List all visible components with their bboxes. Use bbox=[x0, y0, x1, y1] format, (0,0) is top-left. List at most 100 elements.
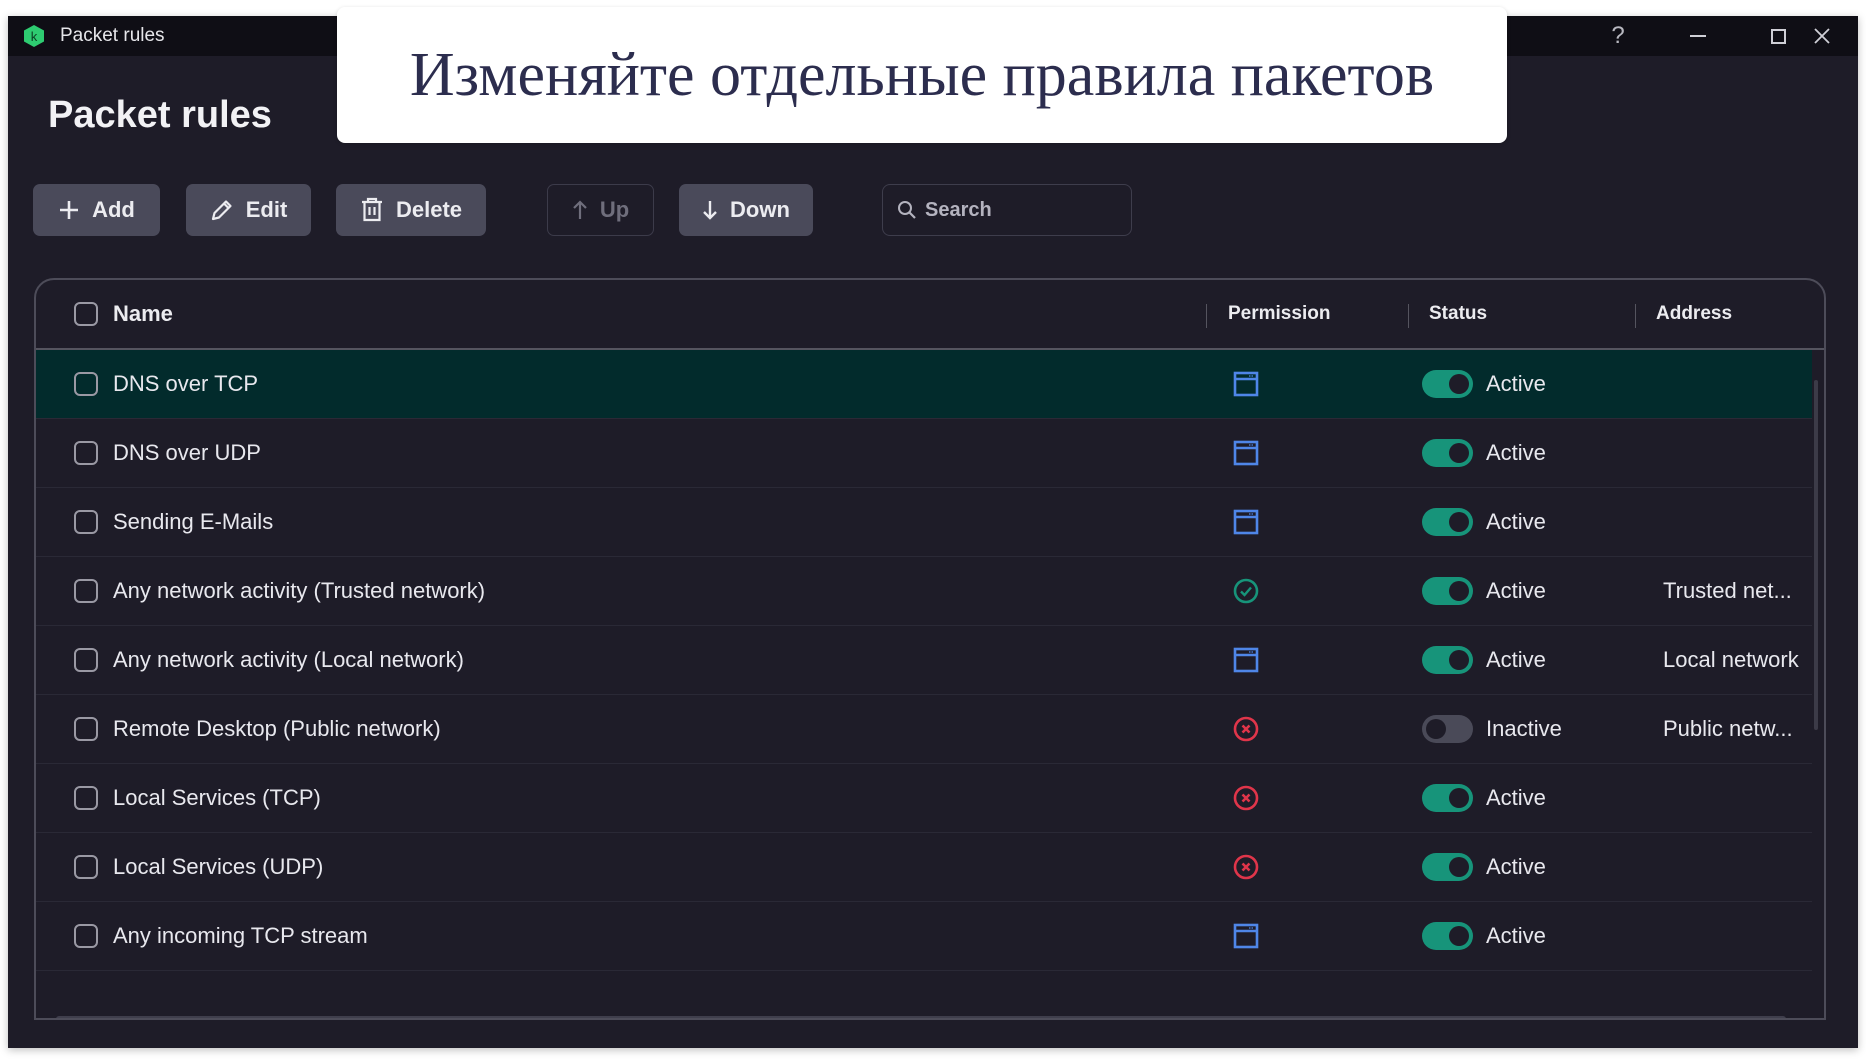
row-checkbox[interactable] bbox=[74, 510, 98, 534]
checkbox[interactable] bbox=[74, 302, 98, 326]
help-button[interactable]: ? bbox=[1578, 16, 1658, 56]
add-button[interactable]: Add bbox=[33, 184, 160, 236]
row-checkbox[interactable] bbox=[74, 441, 98, 465]
status-toggle[interactable] bbox=[1422, 715, 1473, 743]
status-toggle-cell[interactable] bbox=[1422, 833, 1473, 901]
row-checkbox[interactable] bbox=[74, 786, 98, 810]
arrow-up-icon bbox=[573, 200, 587, 219]
table-row[interactable]: DNS over TCP Active bbox=[36, 350, 1812, 419]
table-row[interactable]: DNS over UDP Active bbox=[36, 419, 1812, 488]
status-toggle-cell[interactable] bbox=[1422, 695, 1473, 763]
row-checkbox[interactable] bbox=[74, 855, 98, 879]
status-toggle-cell[interactable] bbox=[1422, 419, 1473, 487]
status-toggle[interactable] bbox=[1422, 784, 1473, 812]
status-text: Active bbox=[1486, 647, 1546, 672]
row-checkbox-cell[interactable] bbox=[74, 764, 98, 832]
table-header: Name Permission Status Address bbox=[36, 280, 1824, 350]
row-checkbox[interactable] bbox=[74, 579, 98, 603]
status-toggle[interactable] bbox=[1422, 577, 1473, 605]
table-row[interactable]: Sending E-Mails Active bbox=[36, 488, 1812, 557]
minimize-button[interactable] bbox=[1658, 16, 1738, 56]
row-checkbox-cell[interactable] bbox=[74, 626, 98, 694]
address-text: Local network bbox=[1663, 647, 1799, 672]
row-checkbox-cell[interactable] bbox=[74, 833, 98, 901]
status-toggle[interactable] bbox=[1422, 370, 1473, 398]
trash-icon bbox=[361, 197, 382, 222]
status-toggle[interactable] bbox=[1422, 646, 1473, 674]
block-icon bbox=[1232, 695, 1260, 763]
select-all-checkbox[interactable] bbox=[74, 280, 98, 348]
rule-name: Local Services (UDP) bbox=[113, 854, 324, 879]
edit-button[interactable]: Edit bbox=[186, 184, 311, 236]
page-title: Packet rules bbox=[48, 94, 272, 136]
search-input[interactable] bbox=[925, 198, 1115, 222]
row-checkbox[interactable] bbox=[74, 924, 98, 948]
row-checkbox-cell[interactable] bbox=[74, 902, 98, 970]
row-checkbox[interactable] bbox=[74, 717, 98, 741]
block-icon bbox=[1232, 833, 1260, 901]
toggle-knob bbox=[1449, 374, 1469, 394]
column-header-name[interactable]: Name bbox=[113, 280, 173, 348]
table-row[interactable]: Local Services (UDP) Active bbox=[36, 833, 1812, 902]
row-checkbox[interactable] bbox=[74, 372, 98, 396]
column-divider[interactable] bbox=[1635, 304, 1636, 328]
close-icon bbox=[1814, 28, 1830, 44]
column-divider[interactable] bbox=[1408, 304, 1409, 328]
search-icon bbox=[898, 201, 916, 219]
column-header-status[interactable]: Status bbox=[1429, 280, 1487, 348]
rule-name: Any network activity (Local network) bbox=[113, 647, 464, 672]
table-row[interactable]: Remote Desktop (Public network) Inactive P… bbox=[36, 695, 1812, 764]
packet-rules-window: k Packet rules ? Packet rules Add Edit D… bbox=[8, 16, 1858, 1048]
column-header-permission[interactable]: Permission bbox=[1228, 280, 1330, 348]
status-text: Active bbox=[1486, 371, 1546, 396]
caption-banner: Изменяйте отдельные правила пакетов bbox=[337, 7, 1507, 143]
window-title: Packet rules bbox=[60, 25, 165, 46]
status-toggle[interactable] bbox=[1422, 853, 1473, 881]
status-text: Active bbox=[1486, 854, 1546, 879]
move-down-button[interactable]: Down bbox=[679, 184, 813, 236]
status-toggle-cell[interactable] bbox=[1422, 902, 1473, 970]
row-checkbox-cell[interactable] bbox=[74, 695, 98, 763]
table-body: DNS over TCP Active DNS over UDP Active Send… bbox=[36, 350, 1812, 971]
allow-icon bbox=[1232, 557, 1260, 625]
table-row[interactable]: Any network activity (Trusted network) Ac… bbox=[36, 557, 1812, 626]
application-icon bbox=[1232, 902, 1260, 970]
status-text: Active bbox=[1486, 509, 1546, 534]
up-label: Up bbox=[599, 197, 630, 222]
status-toggle[interactable] bbox=[1422, 439, 1473, 467]
horizontal-scrollbar[interactable] bbox=[56, 1016, 1786, 1018]
status-toggle-cell[interactable] bbox=[1422, 764, 1473, 832]
minimize-icon bbox=[1690, 35, 1706, 37]
status-toggle[interactable] bbox=[1422, 508, 1473, 536]
status-text: Active bbox=[1486, 578, 1546, 603]
status-text: Active bbox=[1486, 923, 1546, 948]
toggle-knob bbox=[1449, 581, 1469, 601]
status-text: Inactive bbox=[1486, 716, 1562, 741]
table-row[interactable]: Local Services (TCP) Active bbox=[36, 764, 1812, 833]
table-row[interactable]: Any incoming TCP stream Active bbox=[36, 902, 1812, 971]
plus-icon bbox=[60, 201, 79, 219]
move-up-button[interactable]: Up bbox=[547, 184, 654, 236]
column-divider[interactable] bbox=[1206, 304, 1207, 328]
row-checkbox-cell[interactable] bbox=[74, 557, 98, 625]
toggle-knob bbox=[1449, 857, 1469, 877]
vertical-scrollbar[interactable] bbox=[1814, 380, 1818, 730]
row-checkbox-cell[interactable] bbox=[74, 350, 98, 418]
toggle-knob bbox=[1449, 926, 1469, 946]
block-icon bbox=[1232, 764, 1260, 832]
rule-name: Remote Desktop (Public network) bbox=[113, 716, 441, 741]
row-checkbox[interactable] bbox=[74, 648, 98, 672]
table-row[interactable]: Any network activity (Local network) Acti… bbox=[36, 626, 1812, 695]
close-button[interactable] bbox=[1786, 16, 1858, 56]
column-header-address[interactable]: Address bbox=[1656, 280, 1732, 348]
status-toggle-cell[interactable] bbox=[1422, 350, 1473, 418]
status-toggle-cell[interactable] bbox=[1422, 626, 1473, 694]
application-icon bbox=[1232, 488, 1260, 556]
row-checkbox-cell[interactable] bbox=[74, 488, 98, 556]
row-checkbox-cell[interactable] bbox=[74, 419, 98, 487]
status-toggle[interactable] bbox=[1422, 922, 1473, 950]
status-toggle-cell[interactable] bbox=[1422, 488, 1473, 556]
search-field[interactable] bbox=[882, 184, 1132, 236]
status-toggle-cell[interactable] bbox=[1422, 557, 1473, 625]
delete-button[interactable]: Delete bbox=[336, 184, 486, 236]
